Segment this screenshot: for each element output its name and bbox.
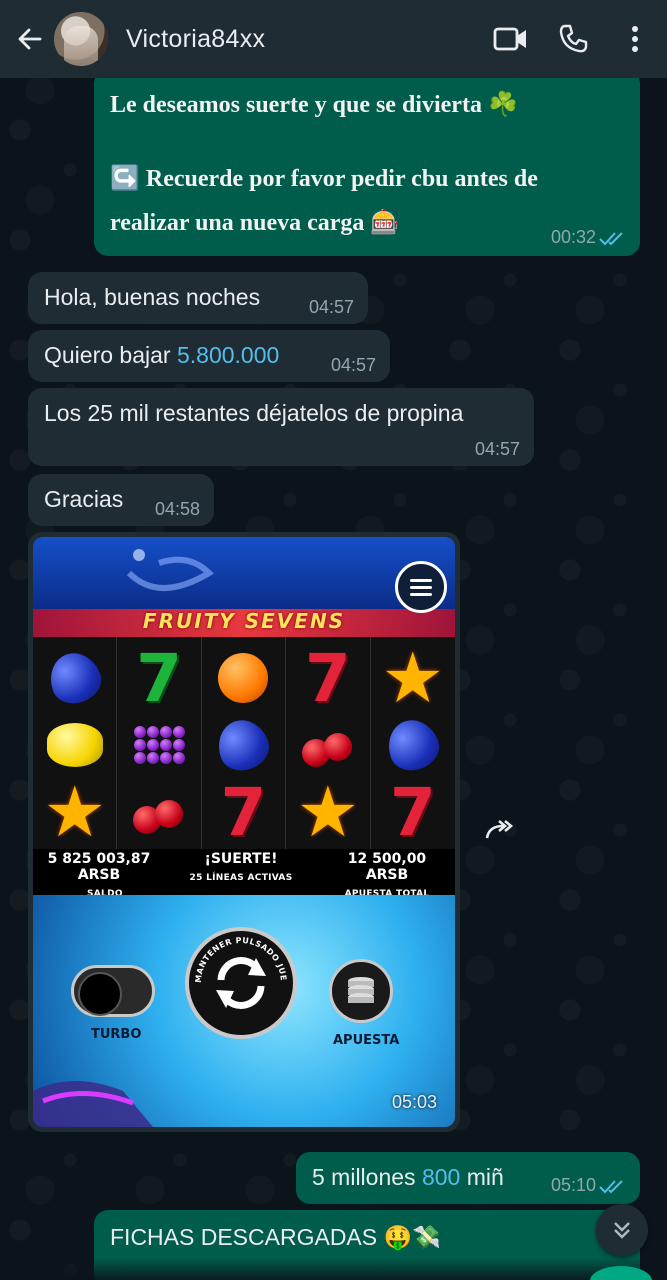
reel-symbol-grapes xyxy=(117,719,202,771)
message-bubble-incoming[interactable]: Gracias 04:58 xyxy=(28,474,214,526)
message-text: Gracias xyxy=(44,486,124,512)
reel-symbol-cherry xyxy=(286,719,371,771)
reel-symbol-seven-red: 7 xyxy=(389,773,436,851)
message-bubble-outgoing[interactable]: Le deseamos suerte y que se divierta ☘️ … xyxy=(94,70,640,256)
message-time: 04:57 xyxy=(474,439,520,459)
message-text: Los 25 mil restantes déjatelos de propin… xyxy=(44,400,464,426)
forward-image-button[interactable] xyxy=(478,808,522,852)
reel-symbol-plum xyxy=(202,712,287,778)
reel-symbol-seven-green: 7 xyxy=(117,637,202,719)
phone-icon xyxy=(559,24,588,53)
message-line: Le deseamos suerte y que se divierta ☘️ xyxy=(110,92,518,118)
more-vert-icon xyxy=(632,26,638,52)
contact-name[interactable]: Victoria84xx xyxy=(126,25,491,54)
game-title: FRUITY SEVENS xyxy=(142,609,346,633)
back-arrow-icon xyxy=(18,28,42,50)
chat-header: Victoria84xx xyxy=(0,0,667,78)
message-bubble-outgoing[interactable]: 5 millones 800 miñ 05:10 xyxy=(296,1152,640,1204)
lines-label: 25 LÍNEAS ACTIVAS xyxy=(189,873,293,883)
slot-reels: 7 7 ★ ★ 7 ★ 7 xyxy=(33,637,455,853)
phone-number-link[interactable]: 5.800.000 xyxy=(177,342,279,368)
spin-ring-text: MANTENER PULSADO JUEGO AUTO xyxy=(189,931,288,983)
avatar[interactable] xyxy=(54,12,108,66)
more-options-button[interactable] xyxy=(615,19,655,59)
scroll-to-bottom-button[interactable] xyxy=(596,1204,648,1256)
luck-value: ¡SUERTE! xyxy=(204,851,278,867)
stat-balance: 5 825 003,87 ARSB SALDO xyxy=(39,851,159,899)
spin-ring-label: MANTENER PULSADO JUEGO AUTO xyxy=(189,931,288,983)
message-time: 05:10 xyxy=(550,1175,596,1195)
bet-button[interactable] xyxy=(329,959,393,1023)
video-call-button[interactable] xyxy=(491,19,531,59)
svg-text:MANTENER PULSADO JUEGO AUTO: MANTENER PULSADO JUEGO AUTO xyxy=(189,931,288,983)
bet-value: 12 500,00 ARSB xyxy=(347,851,427,883)
forward-arrow-icon xyxy=(485,820,514,839)
chat-scroll-area[interactable]: Le deseamos suerte y que se divierta ☘️ … xyxy=(0,0,667,1280)
message-bubble-incoming[interactable]: Hola, buenas noches 04:57 xyxy=(28,272,368,324)
phone-number-link[interactable]: 800 xyxy=(422,1164,460,1190)
spin-button[interactable]: MANTENER PULSADO JUEGO AUTO xyxy=(185,927,297,1039)
back-button[interactable] xyxy=(10,19,50,59)
game-stats-bar: 5 825 003,87 ARSB SALDO ¡SUERTE! 25 LÍNE… xyxy=(33,849,455,899)
voice-call-button[interactable] xyxy=(553,19,593,59)
video-call-icon xyxy=(493,27,526,51)
message-text: 5 millones 800 miñ xyxy=(312,1164,504,1191)
reel-symbol-orange xyxy=(202,637,287,719)
game-menu-button[interactable] xyxy=(395,561,447,613)
stat-lines: ¡SUERTE! 25 LÍNEAS ACTIVAS xyxy=(181,851,301,883)
slot-game-screenshot[interactable]: FRUITY SEVENS 7 7 ★ ★ 7 ★ 7 5 825 003,87… xyxy=(33,537,455,1127)
message-bubble-incoming[interactable]: Quiero bajar 5.800.000 04:57 xyxy=(28,330,390,382)
turbo-label: TURBO xyxy=(91,1027,142,1042)
bet-label: APUESTA xyxy=(333,1033,400,1048)
turbo-toggle[interactable] xyxy=(71,965,155,1017)
balance-value: 5 825 003,87 ARSB xyxy=(47,851,151,883)
message-text-part: miñ xyxy=(460,1164,504,1190)
message-line: realizar una nueva carga 🎰 xyxy=(110,210,401,236)
message-time: 04:57 xyxy=(308,297,354,317)
message-time: 04:57 xyxy=(330,355,376,375)
message-text: FICHAS DESCARGADAS 🤑💸 xyxy=(110,1224,441,1250)
message-text: Hola, buenas noches xyxy=(44,284,261,310)
message-text-part: Quiero bajar xyxy=(44,342,177,368)
message-time: 00:32 xyxy=(550,227,596,247)
reel-symbol-star: ★ xyxy=(381,639,445,717)
reel-symbol-lemon xyxy=(33,719,118,771)
reel-symbol-cherry xyxy=(117,771,202,853)
message-image-bubble[interactable]: FRUITY SEVENS 7 7 ★ ★ 7 ★ 7 5 825 003,87… xyxy=(28,532,460,1132)
game-logo-swirl-icon xyxy=(126,549,214,591)
coins-stack-icon xyxy=(348,977,374,1003)
double-chevron-down-icon xyxy=(614,1222,630,1239)
message-text: Quiero bajar 5.800.000 xyxy=(44,342,279,369)
reel-symbol-seven-red: 7 xyxy=(202,771,287,853)
read-ticks-icon xyxy=(599,232,623,246)
read-ticks-icon xyxy=(599,1180,623,1194)
message-text-part: 5 millones xyxy=(312,1164,422,1190)
stat-bet: 12 500,00 ARSB APUESTA TOTAL xyxy=(325,851,449,899)
message-line: ↪️ Recuerde por favor pedir cbu antes de xyxy=(110,166,538,192)
message-bubble-incoming[interactable]: Los 25 mil restantes déjatelos de propin… xyxy=(28,388,534,466)
reel-symbol-star: ★ xyxy=(286,771,371,853)
reel-symbol-plum xyxy=(371,712,455,778)
reel-symbol-plum xyxy=(33,637,118,719)
reel-symbol-star: ★ xyxy=(33,771,118,853)
decorative-swoosh-icon xyxy=(33,1081,153,1127)
message-time: 04:58 xyxy=(154,499,200,519)
bottom-fade xyxy=(0,1258,667,1280)
reel-symbol-seven-red: 7 xyxy=(286,637,371,719)
message-time: 05:03 xyxy=(391,1092,437,1112)
